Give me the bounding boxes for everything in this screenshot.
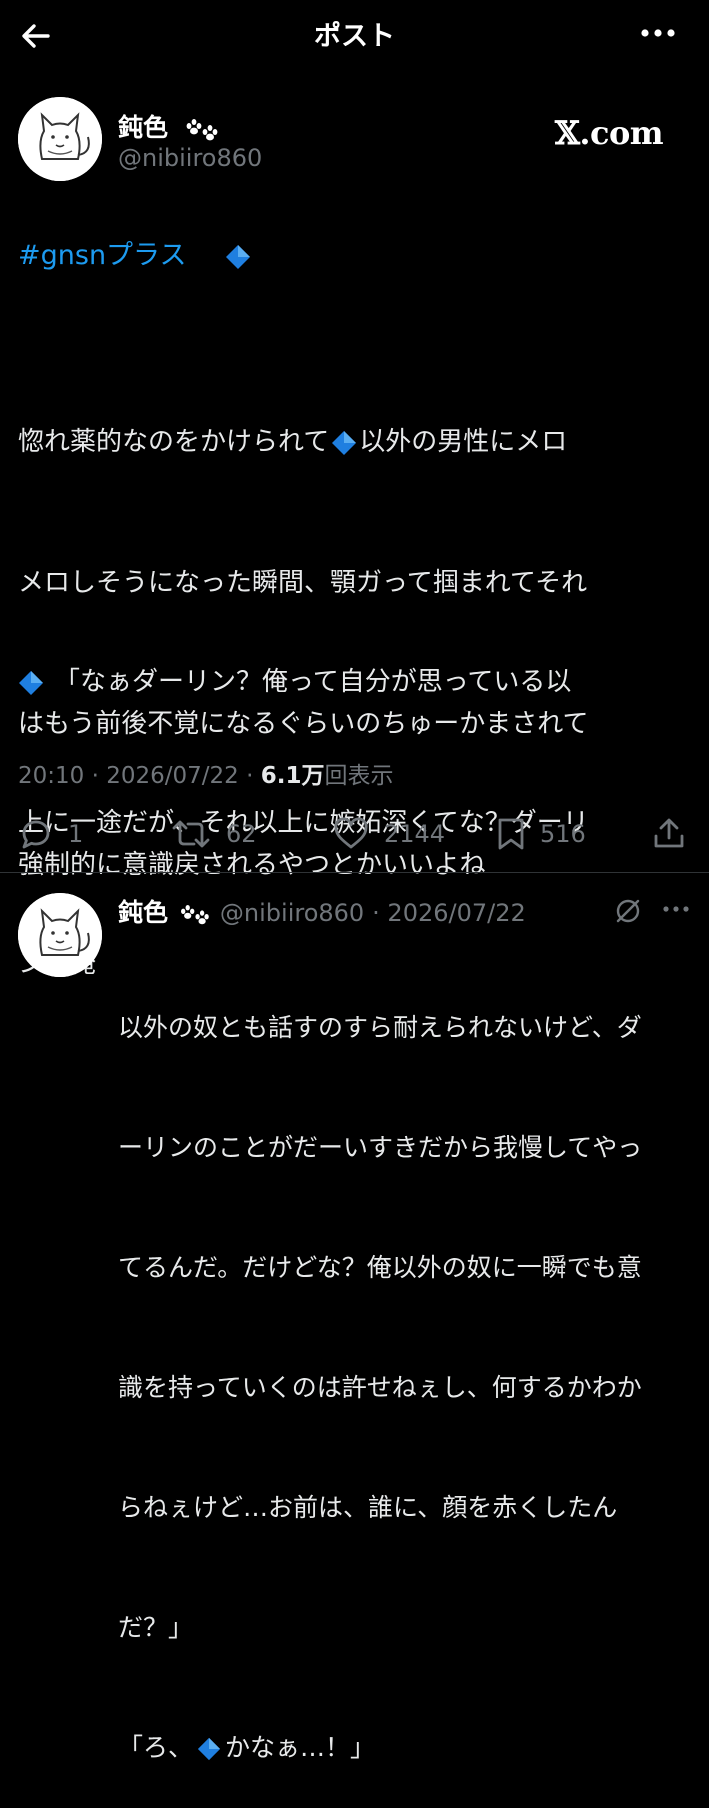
hashtag-link[interactable]: #gnsnプラス — [18, 240, 187, 271]
reply-count: 1 — [68, 820, 84, 848]
paw-icon — [176, 902, 212, 926]
share-button[interactable] — [651, 816, 687, 852]
text-line: 以外の男性にメロ — [359, 427, 568, 457]
author-name-row[interactable]: 鈍色 — [118, 108, 221, 144]
fox-avatar-icon — [18, 97, 102, 181]
text-line: だ？」 — [118, 1613, 194, 1642]
text-line: らねぇけど…お前は、誰に、顔を赤くしたん — [118, 1493, 618, 1522]
text-line: 以外の奴とも話すのすら耐えられないけど、ダ — [118, 1013, 642, 1042]
avatar[interactable] — [18, 97, 102, 181]
views-label: 回表示 — [324, 763, 394, 789]
fox-avatar-icon — [18, 893, 102, 977]
reply-header: 鈍色 @nibiiro860 · 2026/07/22 — [118, 898, 526, 927]
reply-avatar[interactable] — [18, 893, 102, 977]
heart-icon — [334, 817, 368, 849]
blue-diamond-icon — [197, 1737, 221, 1761]
text-line: てるんだ。だけどな？俺以外の奴に一瞬でも意 — [118, 1253, 642, 1282]
more-options-button[interactable] — [636, 18, 680, 48]
grok-icon — [616, 899, 640, 923]
share-icon — [654, 818, 684, 848]
reply-icon — [22, 820, 50, 849]
reply-button[interactable]: 1 — [18, 816, 83, 852]
source-label: 𝕏.com — [555, 114, 664, 152]
blue-diamond-icon — [18, 670, 44, 696]
more-icon — [641, 29, 675, 37]
reply-handle[interactable]: @nibiiro860 — [220, 899, 364, 927]
blue-diamond-icon — [331, 430, 357, 456]
like-button[interactable]: 2144 — [332, 816, 445, 852]
bookmark-count: 516 — [540, 820, 586, 848]
reply-author-name[interactable]: 鈍色 — [118, 898, 168, 927]
hashtag-row: #gnsnプラス — [18, 233, 251, 272]
views-count: 6.1万 — [260, 763, 325, 789]
repost-button[interactable]: 62 — [170, 816, 257, 852]
text-line: かなぁ…！」 — [225, 1733, 376, 1762]
bookmark-icon — [498, 818, 524, 850]
text-line: 「ろ、 — [118, 1733, 194, 1762]
author-handle[interactable]: @nibiiro860 — [118, 144, 262, 172]
like-count: 2144 — [384, 820, 446, 848]
action-bar: 1 62 2144 516 — [0, 808, 709, 864]
divider — [0, 872, 709, 873]
reply-more-button[interactable] — [660, 897, 692, 921]
text-line: 「なぁダーリン？俺って自分が思っている以 — [54, 667, 572, 697]
text-line: ーリンのことがだーいすきだから我慢してやっ — [118, 1133, 643, 1162]
post-date[interactable]: 2026/07/22 — [106, 763, 239, 789]
text-line: 識を持っていくのは許せねぇし、何するかわか — [118, 1373, 642, 1402]
paw-icon — [181, 116, 221, 142]
author-name: 鈍色 — [118, 113, 169, 142]
text-line: 惚れ薬的なのをかけられて — [18, 427, 330, 457]
blue-diamond-icon — [225, 244, 251, 270]
grok-button[interactable] — [614, 897, 642, 925]
repost-count: 62 — [226, 820, 257, 848]
post-meta: 20:10 · 2026/07/22 · 6.1万回表示 — [18, 763, 394, 789]
more-icon — [663, 906, 689, 912]
reply-date[interactable]: 2026/07/22 — [387, 899, 525, 927]
repost-icon — [172, 820, 210, 848]
page-title: ポスト — [314, 21, 395, 52]
reply-body: 以外の奴とも話すのすら耐えられないけど、ダ ーリンのことがだーいすきだから我慢し… — [118, 928, 703, 1808]
post-time[interactable]: 20:10 — [18, 763, 84, 789]
bookmark-button[interactable]: 516 — [496, 816, 586, 852]
